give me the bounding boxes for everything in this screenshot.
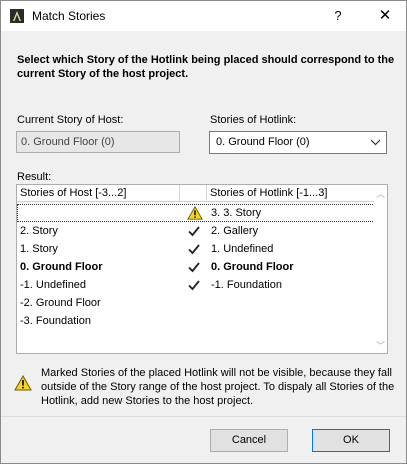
vertical-scrollbar[interactable]: ︿ ﹀ [374,185,387,353]
column-header-status[interactable] [180,185,207,202]
table-row[interactable]: -2. Ground Floor [17,294,375,312]
table-row[interactable]: -1. Undefined -1. Foundation [17,276,375,294]
host-story-cell: 2. Story [20,225,58,237]
warning-icon [14,374,32,394]
hotlink-story-cell: -1. Foundation [211,279,282,291]
host-story-cell: -2. Ground Floor [20,297,101,309]
hotlink-selected-value: 0. Ground Floor (0) [216,136,310,148]
column-header-hotlink[interactable]: Stories of Hotlink [-1...3] [207,185,375,202]
help-button[interactable]: ? [321,1,355,31]
table-row[interactable]: 3. 3. Story [17,204,375,222]
result-label: Result: [17,171,52,183]
table-row[interactable]: 2. Story 2. Gallery [17,222,375,240]
host-story-field: 0. Ground Floor (0) [16,131,180,153]
footer-divider [1,416,406,417]
hotlink-story-cell: 2. Gallery [211,225,259,237]
check-icon [187,258,203,276]
hotlink-story-cell: 0. Ground Floor [211,261,294,273]
host-story-cell: -1. Undefined [20,279,87,291]
cancel-button[interactable]: Cancel [210,429,288,452]
host-story-label: Current Story of Host: [17,114,124,126]
hotlink-stories-label: Stories of Hotlink: [210,114,297,126]
scroll-up-icon[interactable]: ︿ [374,187,387,200]
match-stories-dialog: Match Stories ? ✕ Select which Story of … [0,0,407,464]
hotlink-stories-dropdown[interactable]: 0. Ground Floor (0) [209,131,387,154]
host-story-cell: 1. Story [20,243,58,255]
host-story-cell: 0. Ground Floor [20,261,103,273]
warning-icon [187,204,203,221]
check-icon [187,276,203,294]
close-button[interactable]: ✕ [367,1,403,31]
host-story-cell: -3. Foundation [20,315,91,327]
warning-note: Marked Stories of the placed Hotlink wil… [41,367,395,407]
hotlink-story-cell: 1. Undefined [211,243,274,255]
table-row[interactable]: -3. Foundation [17,312,375,330]
table-row[interactable]: 0. Ground Floor 0. Ground Floor [17,258,375,276]
window-title: Match Stories [32,9,106,23]
title-bar: Match Stories ? ✕ [1,1,406,31]
instructions-text: Select which Story of the Hotlink being … [17,54,395,80]
chevron-down-icon [370,132,381,161]
archicad-icon [10,9,24,23]
hotlink-story-cell: 3. 3. Story [211,207,262,219]
ok-button[interactable]: OK [312,429,390,452]
column-header-host[interactable]: Stories of Host [-3...2] [17,185,180,202]
result-list[interactable]: Stories of Host [-3...2] Stories of Hotl… [16,184,388,354]
scroll-down-icon[interactable]: ﹀ [374,339,387,352]
table-row[interactable]: 1. Story 1. Undefined [17,240,375,258]
check-icon [187,240,203,258]
check-icon [187,222,203,240]
